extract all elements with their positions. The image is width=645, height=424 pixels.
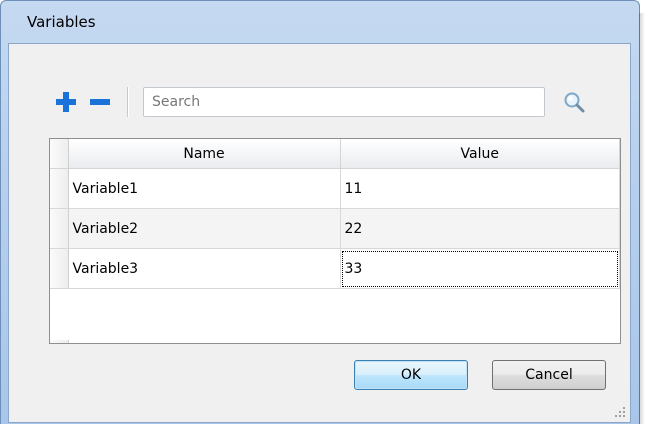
dialog-body: Name Value Variable1 11 Variable2 22: [8, 43, 631, 423]
value-cell-focused[interactable]: 33: [340, 248, 620, 289]
cancel-button[interactable]: Cancel: [492, 360, 606, 390]
remove-variable-button[interactable]: [83, 85, 117, 119]
plus-icon: [56, 92, 76, 112]
table-row[interactable]: Variable2 22: [50, 208, 620, 249]
ok-button[interactable]: OK: [354, 360, 468, 390]
row-header[interactable]: [50, 168, 69, 209]
resize-grip-icon[interactable]: [614, 406, 626, 418]
dialog-title: Variables: [27, 13, 96, 31]
magnifier-icon[interactable]: [559, 87, 589, 117]
table-corner: [50, 139, 69, 169]
name-cell[interactable]: Variable1: [68, 168, 341, 209]
title-bar[interactable]: Variables: [11, 1, 629, 43]
value-cell[interactable]: 11: [340, 168, 620, 209]
toolbar: [49, 84, 610, 120]
table-row[interactable]: Variable1 11: [50, 168, 620, 209]
name-cell[interactable]: Variable3: [68, 248, 341, 289]
row-header-empty-area: [50, 340, 69, 343]
table-row[interactable]: Variable3 33: [50, 248, 620, 289]
add-variable-button[interactable]: [49, 85, 83, 119]
column-header-name[interactable]: Name: [68, 139, 341, 169]
name-cell[interactable]: Variable2: [68, 208, 341, 249]
variables-table: Name Value Variable1 11 Variable2 22 Var…: [49, 138, 621, 344]
value-cell[interactable]: 22: [340, 208, 620, 249]
minus-icon: [90, 99, 110, 105]
row-header[interactable]: [50, 208, 69, 249]
row-header[interactable]: [50, 248, 69, 289]
column-header-value[interactable]: Value: [340, 139, 620, 169]
toolbar-separator: [127, 87, 129, 117]
search-input[interactable]: [143, 87, 545, 117]
dialog-window: Variables Search Name Value Variable1 11…: [0, 0, 645, 424]
